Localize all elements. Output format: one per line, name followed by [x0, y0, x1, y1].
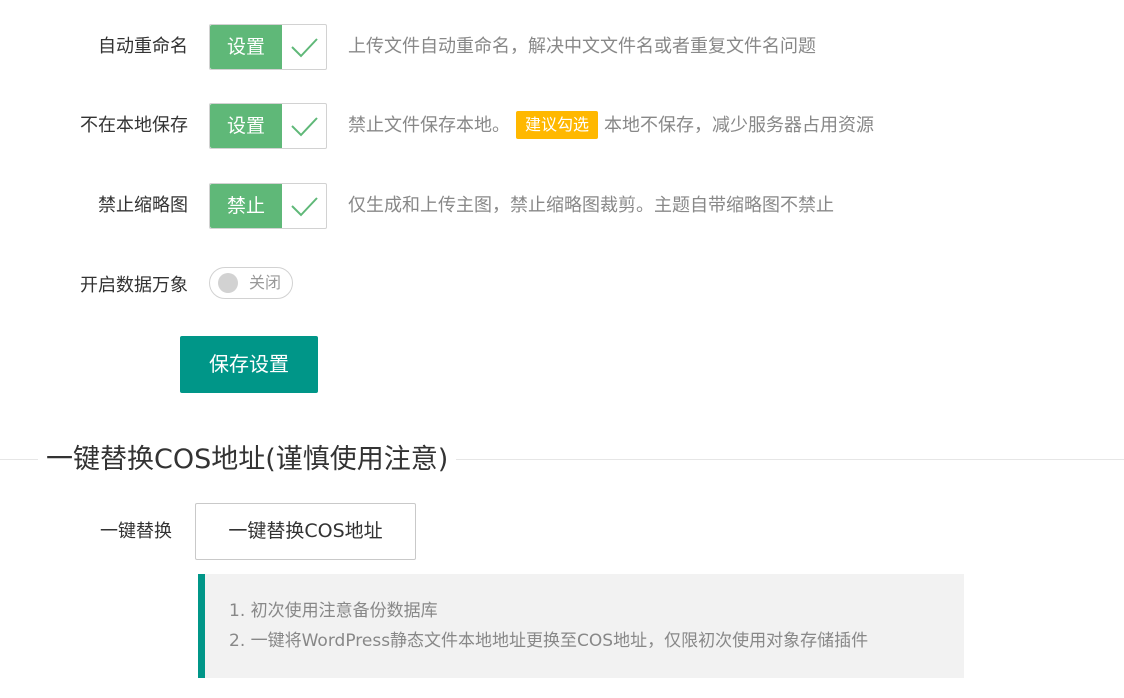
- data-ci-switch[interactable]: 关闭: [209, 267, 293, 299]
- label-box: 不在本地保存: [0, 103, 188, 149]
- note-item: 2. 一键将WordPress静态文件本地地址更换至COS地址，仅限初次使用对象…: [229, 631, 869, 651]
- setting-row-disable-thumbnail: 禁止缩略图 禁止 仅生成和上传主图，禁止缩略图裁剪。主题自带缩略图不禁止: [0, 183, 1124, 229]
- notes-blockquote: 1. 初次使用注意备份数据库 2. 一键将WordPress静态文件本地地址更换…: [198, 574, 964, 678]
- check-icon: [291, 117, 318, 137]
- note-item: 1. 初次使用注意备份数据库: [229, 601, 438, 621]
- replace-label: 一键替换: [100, 521, 172, 542]
- setting-row-no-local-save: 不在本地保存 设置 禁止文件保存本地。 建议勾选 本地不保存，减少服务器占用资源: [0, 103, 1124, 149]
- setting-row-data-ci: 开启数据万象 关闭: [0, 264, 1124, 310]
- hint-text: 禁止文件保存本地。: [348, 115, 510, 136]
- check-icon: [291, 197, 318, 217]
- label-box: 开启数据万象: [0, 264, 188, 310]
- auto-rename-checkbox[interactable]: 设置: [209, 24, 327, 70]
- setting-label-data-ci: 开启数据万象: [80, 275, 188, 296]
- setting-hint-auto-rename: 上传文件自动重命名，解决中文文件名或者重复文件名问题: [348, 24, 816, 70]
- label-box: 自动重命名: [0, 24, 188, 70]
- setting-hint-no-local-save: 禁止文件保存本地。 建议勾选 本地不保存，减少服务器占用资源: [348, 103, 874, 149]
- no-local-save-checkbox[interactable]: 设置: [209, 103, 327, 149]
- hint-text-after: 本地不保存，减少服务器占用资源: [604, 115, 875, 136]
- checkbox-text: 设置: [210, 104, 282, 148]
- setting-row-auto-rename: 自动重命名 设置 上传文件自动重命名，解决中文文件名或者重复文件名问题: [0, 24, 1124, 70]
- hint-text: 上传文件自动重命名，解决中文文件名或者重复文件名问题: [348, 36, 816, 57]
- setting-label-no-local-save: 不在本地保存: [80, 115, 188, 136]
- check-icon: [291, 38, 318, 58]
- label-box: 禁止缩略图: [0, 183, 188, 229]
- disable-thumbnail-checkbox[interactable]: 禁止: [209, 183, 327, 229]
- switch-knob: [218, 273, 238, 293]
- replace-cos-url-button[interactable]: 一键替换COS地址: [195, 503, 416, 560]
- save-settings-button[interactable]: 保存设置: [180, 336, 318, 393]
- setting-label-auto-rename: 自动重命名: [98, 36, 188, 57]
- switch-text: 关闭: [249, 273, 282, 292]
- setting-hint-disable-thumbnail: 仅生成和上传主图，禁止缩略图裁剪。主题自带缩略图不禁止: [348, 183, 834, 229]
- setting-label-disable-thumbnail: 禁止缩略图: [98, 195, 188, 216]
- checkbox-text: 设置: [210, 25, 282, 69]
- recommend-badge: 建议勾选: [516, 111, 599, 139]
- checkbox-text: 禁止: [210, 184, 282, 228]
- hint-text: 仅生成和上传主图，禁止缩略图裁剪。主题自带缩略图不禁止: [348, 195, 834, 216]
- settings-page: 自动重命名 设置 上传文件自动重命名，解决中文文件名或者重复文件名问题 不在本地…: [0, 0, 1124, 698]
- section-title-replace-cos: 一键替换COS地址(谨慎使用注意): [38, 438, 457, 482]
